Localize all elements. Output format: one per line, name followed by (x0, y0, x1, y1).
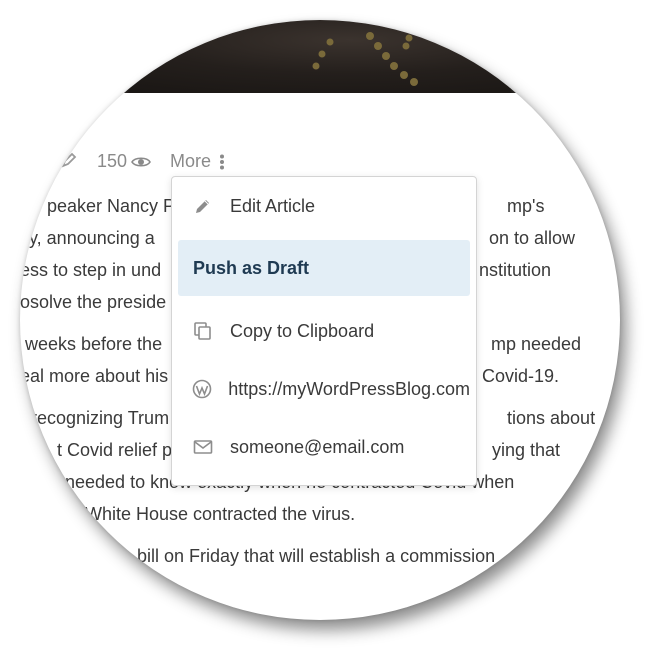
article-line: recognizing Trum (31, 408, 170, 428)
article-line: mp's (507, 196, 545, 216)
article-line: ity, announcing a (20, 228, 155, 248)
menu-item-wordpress-blog[interactable]: https://myWordPressBlog.com (178, 361, 470, 417)
menu-item-push-as-draft[interactable]: Push as Draft (178, 240, 470, 296)
menu-item-label: someone@email.com (230, 436, 405, 457)
magnifier-lens: 150 More peaker Nancy P mp's ity, announ… (20, 20, 620, 620)
article-line: ying that (492, 440, 561, 460)
eye-icon (131, 156, 151, 167)
more-menu-button[interactable]: More (170, 151, 225, 172)
article-line: osolve the preside (20, 292, 167, 312)
article-line: eal more about his (20, 366, 169, 386)
article-line: ess to step in und (20, 260, 162, 280)
view-count-value: 150 (97, 151, 128, 171)
article-line: tions about (507, 408, 596, 428)
menu-item-label: Copy to Clipboard (230, 320, 375, 341)
menu-item-copy-to-clipboard[interactable]: Copy to Clipboard (178, 303, 470, 359)
article-line: bill on Friday that will establish a com… (137, 546, 496, 566)
hero-image (20, 20, 620, 93)
article-line: weeks before the (25, 334, 163, 354)
menu-item-edit-article[interactable]: Edit Article (178, 178, 470, 234)
mail-icon (192, 436, 214, 458)
article-line: t Covid relief pa (57, 440, 183, 460)
pencil-icon (192, 195, 214, 217)
view-count: 150 (97, 151, 151, 172)
hero-fade-right (510, 20, 620, 93)
more-dropdown-menu: Edit Article Push as Draft Copy to Clipb… (171, 176, 477, 486)
menu-item-label: Edit Article (230, 195, 316, 216)
article-line: Covid-19. (482, 366, 560, 386)
article-line: mp needed (491, 334, 582, 354)
menu-item-label: Push as Draft (193, 257, 310, 278)
menu-item-label: https://myWordPressBlog.com (228, 378, 470, 399)
vertical-dots-icon (220, 154, 225, 169)
article-line: peaker Nancy P (47, 196, 176, 216)
edit-pencil-icon[interactable] (60, 151, 78, 174)
article-line: nstitution (479, 260, 552, 280)
copy-icon (192, 320, 214, 342)
wordpress-icon (192, 378, 212, 400)
more-label: More (170, 151, 212, 171)
hero-fade-left (20, 20, 130, 93)
article-line: White House contracted the virus. (85, 504, 356, 524)
menu-item-email[interactable]: someone@email.com (178, 419, 470, 475)
article-line: on to allow (489, 228, 576, 248)
